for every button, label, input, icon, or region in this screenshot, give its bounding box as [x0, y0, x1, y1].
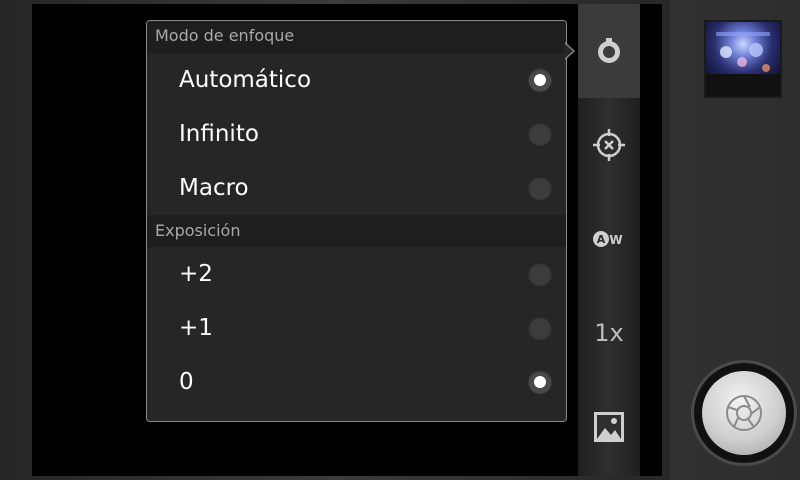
scene-mode-button[interactable]: [578, 380, 640, 474]
radio-unselected[interactable]: [528, 316, 552, 340]
white-balance-button[interactable]: A W: [578, 192, 640, 286]
radio-unselected[interactable]: [528, 122, 552, 146]
option-label: Macro: [179, 175, 249, 201]
focus-option-macro[interactable]: Macro: [147, 161, 566, 215]
radio-selected[interactable]: [528, 68, 552, 92]
metering-button[interactable]: [578, 98, 640, 192]
metering-target-icon: [593, 129, 625, 161]
option-label: Infinito: [179, 121, 259, 147]
last-photo-thumbnail[interactable]: [704, 20, 782, 98]
exposure-header: Exposición: [147, 215, 566, 247]
settings-strip: A W 1x: [578, 4, 640, 476]
exposure-option-plus2[interactable]: +2: [147, 247, 566, 301]
option-label: 0: [179, 369, 194, 395]
shutter-button[interactable]: [694, 363, 794, 463]
camera-settings-popup: Modo de enfoque Automático Infinito Macr…: [146, 20, 567, 422]
radio-unselected[interactable]: [528, 262, 552, 286]
white-balance-auto-icon: A W: [593, 231, 623, 247]
svg-text:A: A: [597, 233, 606, 246]
zoom-level: 1x: [594, 319, 624, 347]
zoom-button[interactable]: 1x: [578, 286, 640, 380]
exposure-option-zero[interactable]: 0: [147, 355, 566, 409]
option-label: Automático: [179, 67, 312, 93]
radio-selected[interactable]: [528, 370, 552, 394]
exposure-option-plus1[interactable]: +1: [147, 301, 566, 355]
focus-mode-button[interactable]: [578, 4, 640, 98]
focus-option-automatico[interactable]: Automático: [147, 53, 566, 107]
scene-landscape-icon: [594, 412, 624, 442]
focus-mode-icon: [598, 38, 620, 63]
svg-text:W: W: [609, 233, 622, 247]
option-label: +1: [179, 315, 213, 341]
radio-unselected[interactable]: [528, 176, 552, 200]
popup-pointer: [564, 42, 575, 60]
shutter-face[interactable]: [702, 371, 786, 455]
aperture-icon: [726, 395, 762, 431]
option-label: +2: [179, 261, 213, 287]
focus-mode-header: Modo de enfoque: [147, 21, 566, 53]
thumbnail-image: [706, 32, 780, 96]
focus-option-infinito[interactable]: Infinito: [147, 107, 566, 161]
